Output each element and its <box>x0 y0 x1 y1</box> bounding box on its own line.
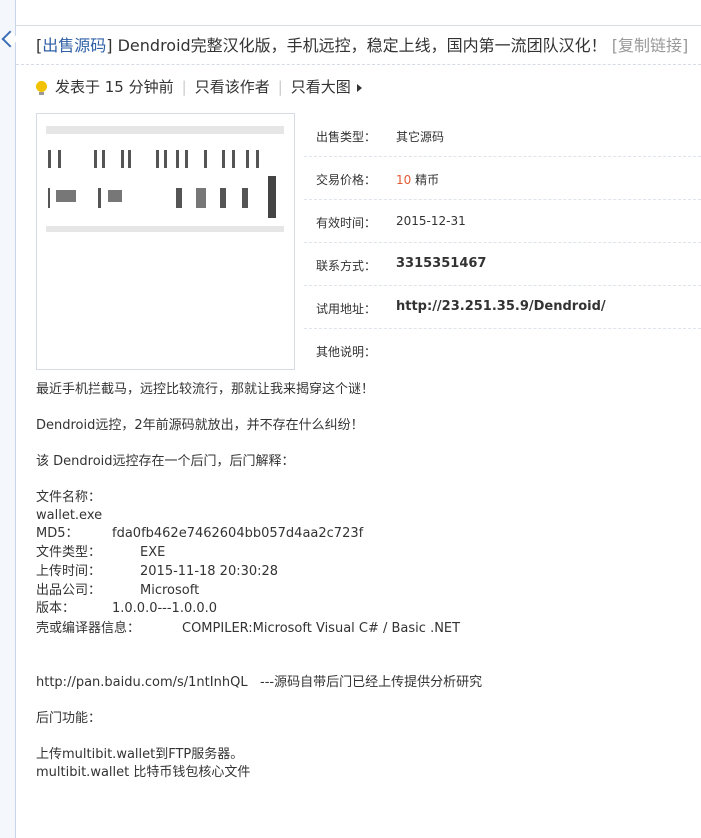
big-image-link[interactable]: 只看大图 <box>291 78 351 96</box>
image-glyph <box>102 150 105 168</box>
image-glyph <box>222 150 225 168</box>
info-label: 出售类型： <box>316 130 377 144</box>
info-row-trial-url: 试用地址： http://23.251.35.9/Dendroid/ <box>304 286 701 329</box>
image-glyph <box>98 188 101 208</box>
post-paragraph: Dendroid远控，2年前源码就放出，并不存在什么纠纷！ <box>36 418 364 433</box>
image-glyph <box>220 188 226 208</box>
chevron-left-icon[interactable] <box>1 30 19 48</box>
product-image[interactable] <box>46 126 284 232</box>
only-author-link[interactable]: 只看该作者 <box>195 78 270 96</box>
price-unit: 精币 <box>411 173 440 187</box>
image-glyph <box>128 150 131 168</box>
info-label: 试用地址： <box>316 302 377 316</box>
price-number: 10 <box>396 173 412 187</box>
image-glyph <box>156 150 159 168</box>
info-row-expiry: 有效时间： 2015-12-31 <box>304 200 701 243</box>
image-glyph <box>176 150 179 168</box>
image-glyph <box>121 150 124 168</box>
left-rail <box>0 0 19 838</box>
image-glyph <box>204 150 207 168</box>
lightbulb-icon <box>36 81 47 95</box>
image-glyph <box>232 150 235 168</box>
compiler-label: 壳或编译器信息： <box>36 621 141 636</box>
image-glyph <box>164 150 167 168</box>
image-band <box>46 126 284 134</box>
title-divider <box>16 64 701 65</box>
md5-value: fda0fb462e7462604bb057d4aa2c723f <box>112 526 364 541</box>
contact-value: 3315351467 <box>396 256 487 271</box>
info-value: 2015-12-31 <box>396 214 466 228</box>
info-label: 交易价格： <box>316 173 377 187</box>
backdoor-feature: multibit.wallet 比特币钱包核心文件 <box>36 765 251 780</box>
meta-separator: | <box>181 78 187 96</box>
info-value: 10 精币 <box>396 171 439 188</box>
info-row-price: 交易价格： 10 精币 <box>304 157 701 200</box>
info-value: 其它源码 <box>396 130 445 144</box>
file-name-value: wallet.exe <box>36 508 103 523</box>
image-glyph <box>256 150 259 168</box>
download-link[interactable]: http://pan.baidu.com/s/1ntInhQL <box>36 674 248 692</box>
posted-time: 发表于 15 分钟前 <box>55 78 174 96</box>
post-title: [出售源码] Dendroid完整汉化版，手机远控，稳定上线，国内第一流团队汉化… <box>36 35 688 57</box>
image-glyph <box>48 188 50 208</box>
file-name-label: 文件名称： <box>36 490 102 505</box>
file-type-label: 文件类型： <box>36 545 102 560</box>
image-glyph <box>242 188 248 208</box>
compiler-value: COMPILER:Microsoft Visual C# / Basic .NE… <box>182 621 461 636</box>
backdoor-feature: 上传multibit.wallet到FTP服务器。 <box>36 747 244 762</box>
title-text: Dendroid完整汉化版，手机远控，稳定上线，国内第一流团队汉化！ <box>112 36 607 55</box>
version-value: 1.0.0.0---1.0.0.0 <box>112 601 218 616</box>
image-glyph <box>58 150 61 168</box>
image-band <box>46 226 284 232</box>
image-glyph <box>94 150 97 168</box>
post-paragraph: 最近手机拦截马，远控比较流行，那就让我来揭穿这个谜！ <box>36 382 375 397</box>
image-glyph <box>48 150 51 168</box>
image-glyph <box>246 150 249 168</box>
trial-url-link[interactable]: http://23.251.35.9/Dendroid/ <box>396 299 606 314</box>
info-row-type: 出售类型： 其它源码 <box>304 114 701 157</box>
upload-time-value: 2015-11-18 20:30:28 <box>140 564 279 579</box>
image-glyph <box>176 188 182 208</box>
info-row-contact: 联系方式： 3315351467 <box>304 243 701 286</box>
category-link[interactable]: 出售源码 <box>42 36 106 55</box>
backdoor-label: 后门功能： <box>36 711 102 726</box>
copy-link-button[interactable]: [复制链接] <box>612 36 689 55</box>
upload-time-label: 上传时间： <box>36 564 102 579</box>
md5-label: MD5： <box>36 526 79 541</box>
image-glyph <box>108 190 122 202</box>
image-glyph <box>56 190 76 202</box>
image-dark-bar <box>268 176 276 218</box>
product-image-box[interactable] <box>36 113 295 370</box>
caret-right-icon[interactable] <box>356 83 362 92</box>
download-note: ---源码自带后门已经上传提供分析研究 <box>260 675 483 690</box>
post-paragraph: 该 Dendroid远控存在一个后门，后门解释： <box>36 454 295 469</box>
meta-separator: | <box>277 78 283 96</box>
top-divider <box>16 25 701 26</box>
image-glyph <box>196 188 206 208</box>
info-row-other: 其他说明： <box>304 329 701 371</box>
trade-info-table: 出售类型： 其它源码 交易价格： 10 精币 有效时间： 2015-12-31 … <box>304 114 701 371</box>
company-value: Microsoft <box>140 583 200 598</box>
info-label: 其他说明： <box>316 345 377 359</box>
info-label: 联系方式： <box>316 259 377 273</box>
file-type-value: EXE <box>140 545 166 560</box>
info-label: 有效时间： <box>316 216 377 230</box>
post-meta: 发表于 15 分钟前 | 只看该作者 | 只看大图 <box>36 76 362 98</box>
image-glyph <box>185 150 188 168</box>
version-label: 版本： <box>36 601 76 616</box>
company-label: 出品公司： <box>36 583 102 598</box>
